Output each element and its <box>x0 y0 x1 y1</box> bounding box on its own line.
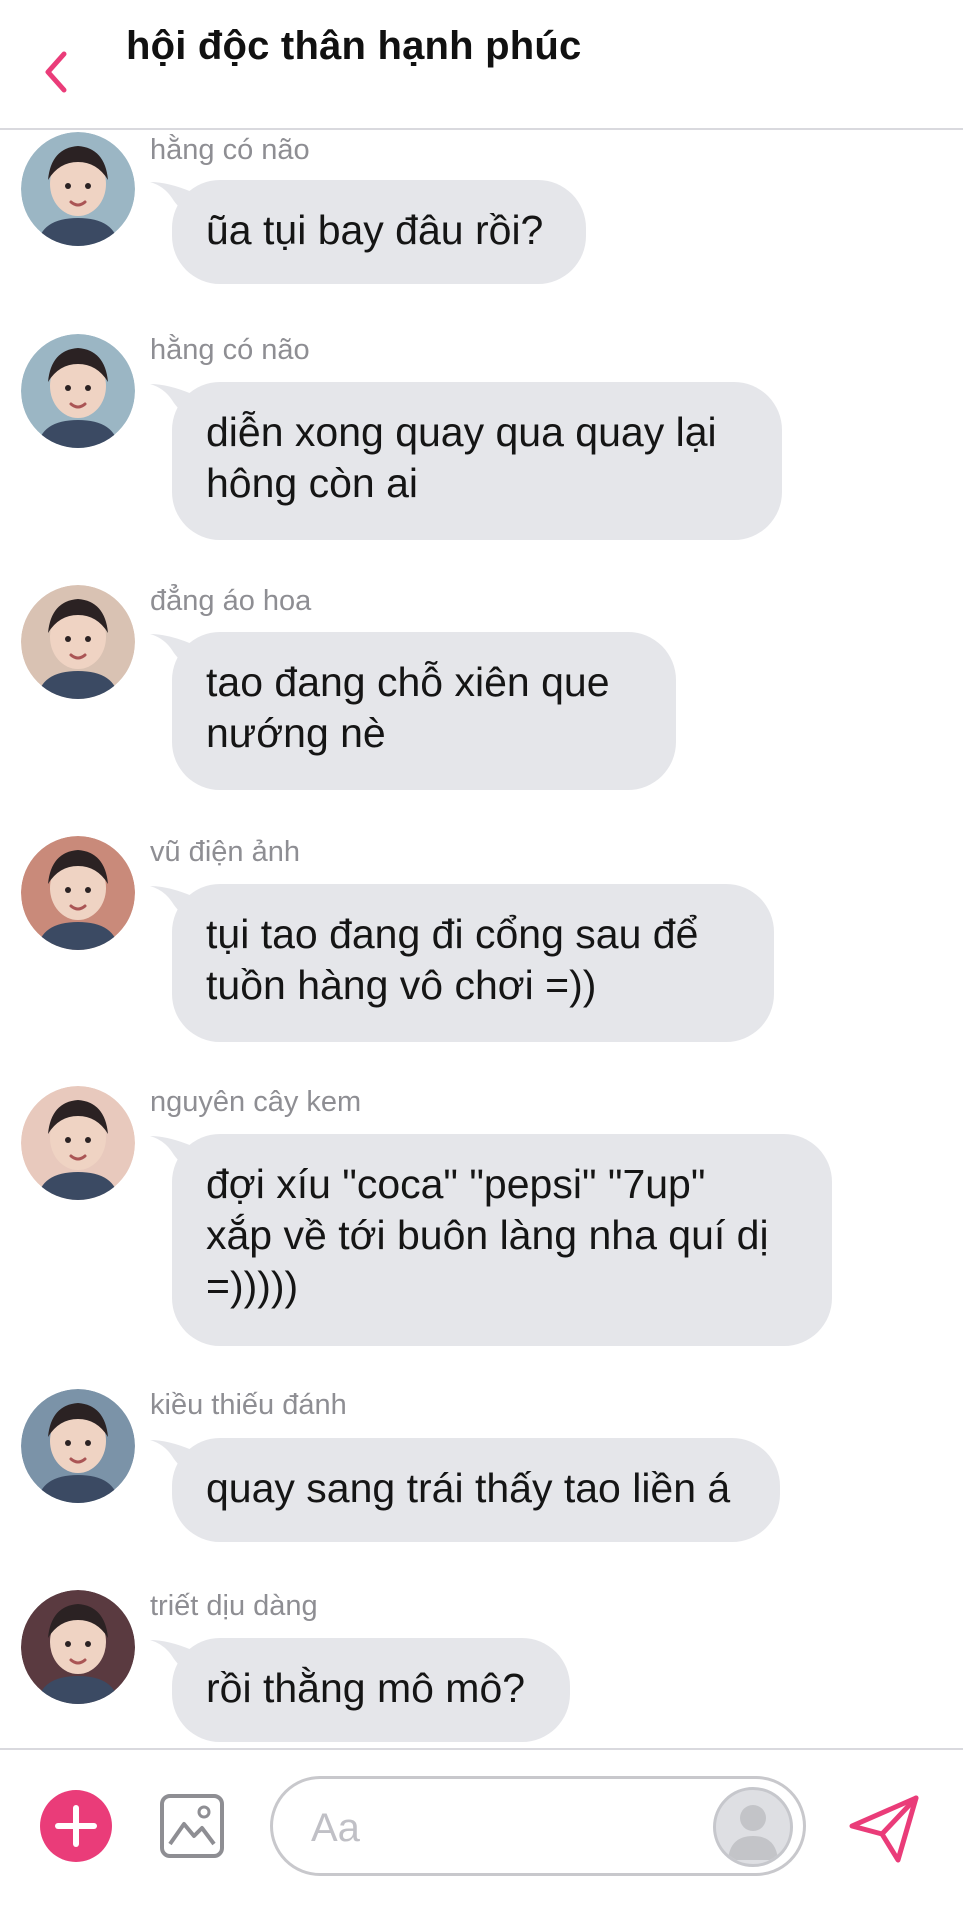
avatar[interactable] <box>21 836 135 950</box>
message-text-line: tao đang chỗ xiên que <box>206 659 610 705</box>
back-button[interactable] <box>34 46 80 98</box>
avatar[interactable] <box>21 1389 135 1503</box>
avatar[interactable] <box>21 585 135 699</box>
message-text-line: =))))) <box>206 1263 299 1309</box>
message-bubble[interactable]: tao đang chỗ xiên que nướng nè <box>172 632 676 790</box>
composer-bar <box>0 1748 963 1922</box>
sender-name: kiều thiếu đánh <box>150 1389 347 1421</box>
message-text-line: quay sang trái thấy tao liền á <box>206 1465 731 1511</box>
sender-name: hằng có não <box>150 134 310 166</box>
message-bubble[interactable]: diễn xong quay qua quay lại hông còn ai <box>172 382 782 540</box>
avatar[interactable] <box>21 132 135 246</box>
message-input-container <box>270 1776 806 1876</box>
sender-name: hằng có não <box>150 334 310 366</box>
message-bubble[interactable]: ũa tụi bay đâu rồi? <box>172 180 586 284</box>
message-bubble[interactable]: rồi thằng mô mô? <box>172 1638 570 1742</box>
message-text-line: tuồn hàng vô chơi =)) <box>206 962 597 1008</box>
message-text-line: rồi thằng mô mô? <box>206 1665 526 1711</box>
profile-icon <box>728 1805 778 1860</box>
sender-name: vũ điện ảnh <box>150 836 300 868</box>
profile-button[interactable] <box>713 1787 793 1867</box>
message-text-line: hông còn ai <box>206 460 419 506</box>
message-bubble[interactable]: quay sang trái thấy tao liền á <box>172 1438 780 1542</box>
message-bubble[interactable]: tụi tao đang đi cổng sau để tuồn hàng vô … <box>172 884 774 1042</box>
image-icon <box>160 1794 224 1858</box>
chat-title: hội độc thân hạnh phúc <box>126 24 582 68</box>
image-button[interactable] <box>158 1792 226 1860</box>
send-button[interactable] <box>848 1794 920 1864</box>
avatar[interactable] <box>21 334 135 448</box>
sender-name: triết dịu dàng <box>150 1590 318 1622</box>
message-text-line: ũa tụi bay đâu rồi? <box>206 207 544 253</box>
message-text-line: diễn xong quay qua quay lại <box>206 409 717 455</box>
plus-icon <box>55 1805 97 1847</box>
send-icon <box>849 1795 919 1863</box>
avatar[interactable] <box>21 1590 135 1704</box>
message-bubble[interactable]: đợi xíu "coca" "pepsi" "7up" xắp về tới b… <box>172 1134 832 1346</box>
message-text-line: xắp về tới buôn làng nha quí dị <box>206 1212 769 1258</box>
sender-name: nguyên cây kem <box>150 1086 362 1118</box>
message-text-line: nướng nè <box>206 710 386 756</box>
message-text-line: tụi tao đang đi cổng sau để <box>206 911 699 957</box>
message-text-line: đợi xíu "coca" "pepsi" "7up" <box>206 1161 706 1207</box>
add-button[interactable] <box>40 1790 112 1862</box>
message-input[interactable] <box>309 1801 673 1855</box>
sender-name: đẳng áo hoa <box>150 585 312 617</box>
chat-header: hội độc thân hạnh phúc <box>0 0 963 130</box>
chevron-left-icon <box>45 51 67 93</box>
avatar[interactable] <box>21 1086 135 1200</box>
